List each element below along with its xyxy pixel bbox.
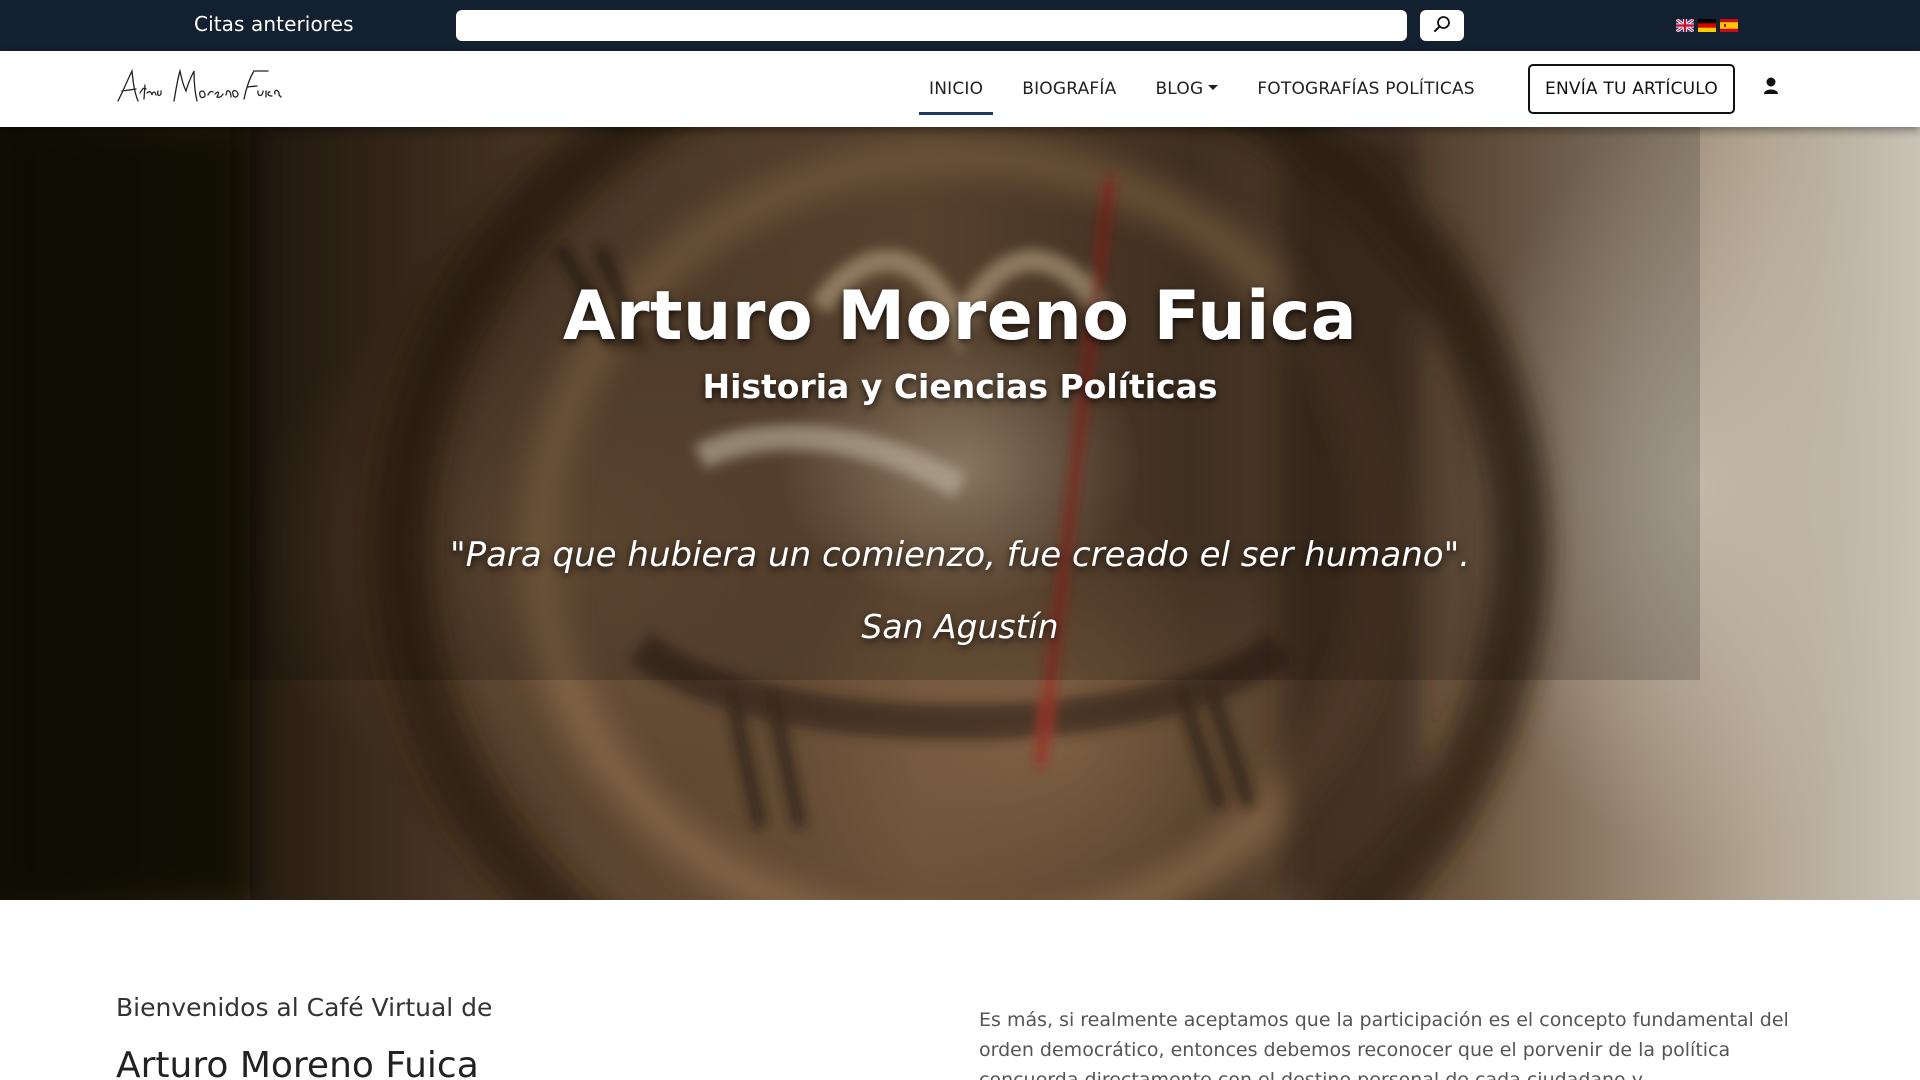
hero-quote: "Para que hubiera un comienzo, fue cread… [449,535,1471,575]
user-icon[interactable] [1761,75,1781,99]
site-logo[interactable] [114,61,284,115]
caret-down-icon [1208,84,1219,90]
search-input[interactable] [456,10,1407,41]
intro-paragraph: Es más, si realmente aceptamos que la pa… [979,1009,1789,1080]
hero-title: Arturo Moreno Fuica [562,277,1358,356]
nav-item-label: FOTOGRAFÍAS POLÍTICAS [1257,79,1475,99]
search-icon [1433,15,1451,36]
flag-de-icon[interactable] [1698,19,1716,32]
nav-menu: INICIO BIOGRAFÍA BLOG FOTOGRAFÍAS POLÍTI… [919,51,1485,127]
flag-es-icon[interactable] [1720,19,1738,32]
main-navbar: INICIO BIOGRAFÍA BLOG FOTOGRAFÍAS POLÍTI… [0,51,1920,127]
flag-uk-icon[interactable] [1676,19,1694,32]
welcome-name-heading: Arturo Moreno Fuica [116,1045,479,1080]
nav-item-blog[interactable]: BLOG [1145,51,1228,127]
language-selector [1676,19,1738,32]
nav-item-inicio[interactable]: INICIO [919,51,994,127]
welcome-heading: Bienvenidos al Café Virtual de [116,993,493,1022]
hero-banner: Arturo Moreno Fuica Historia y Ciencias … [0,127,1920,900]
nav-item-biografia[interactable]: BIOGRAFÍA [1012,51,1126,127]
search-button[interactable] [1420,10,1464,41]
nav-item-fotografias-politicas[interactable]: FOTOGRAFÍAS POLÍTICAS [1247,51,1484,127]
nav-item-label: BIOGRAFÍA [1022,79,1117,99]
top-bar: Citas anteriores [0,0,1920,51]
nav-item-label: INICIO [929,79,984,99]
hero-subtitle: Historia y Ciencias Políticas [702,367,1218,406]
previous-quotes-link[interactable]: Citas anteriores [194,12,354,36]
nav-item-label: BLOG [1155,79,1204,99]
hero-quote-author: San Agustín [861,607,1059,646]
submit-article-button[interactable]: ENVÍA TU ARTÍCULO [1528,64,1735,114]
